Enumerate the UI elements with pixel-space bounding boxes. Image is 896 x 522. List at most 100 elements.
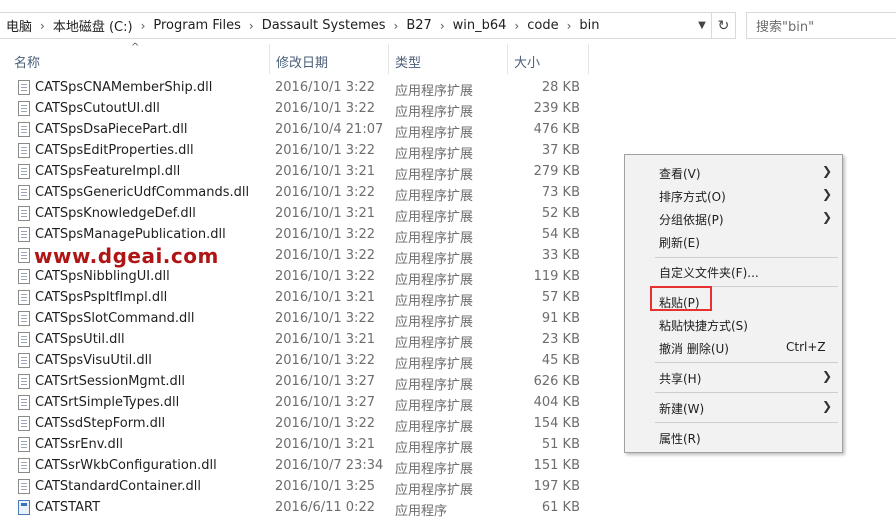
- dll-file-icon: [18, 290, 30, 305]
- file-date: 2016/10/1 3:27: [275, 374, 375, 389]
- menu-item-label: 刷新(E): [659, 236, 700, 250]
- breadcrumb-local-disk[interactable]: 本地磁盘 (C:): [47, 16, 139, 35]
- file-date: 2016/10/1 3:22: [275, 416, 375, 431]
- table-row[interactable]: CATSpsFeatureImpl.dll 2016/10/1 3:21 应用程序扩…: [0, 161, 620, 183]
- file-date: 2016/10/1 3:27: [275, 395, 375, 410]
- dll-file-icon: [18, 353, 30, 368]
- breadcrumb-separator-icon[interactable]: ›: [512, 19, 521, 33]
- menu-item-share[interactable]: 共享(H) ❯: [625, 366, 842, 389]
- file-size: 54 KB: [541, 227, 580, 242]
- file-type: 应用程序扩展: [395, 336, 474, 351]
- table-row[interactable]: CATSpsEditProperties.dll 2016/10/1 3:22 应用…: [0, 140, 620, 162]
- breadcrumb-dassault-systemes[interactable]: Dassault Systemes: [256, 18, 392, 33]
- file-date: 2016/6/11 0:22: [275, 500, 375, 515]
- refresh-icon[interactable]: ↻: [712, 12, 736, 39]
- table-row[interactable]: CATSpsDsaPiecePart.dll 2016/10/4 21:07 应用程…: [0, 119, 620, 141]
- file-type: 应用程序扩展: [395, 168, 474, 183]
- address-bar[interactable]: 电脑 › 本地磁盘 (C:) › Program Files › Dassaul…: [0, 12, 712, 39]
- table-row[interactable]: CATSpsKnowledgeDef.dll 2016/10/1 3:21 应用程序…: [0, 203, 620, 225]
- table-row[interactable]: CATSrtSessionMgmt.dll 2016/10/1 3:27 应用程序扩…: [0, 371, 620, 393]
- file-date: 2016/10/1 3:21: [275, 437, 375, 452]
- table-row[interactable]: CATSpsManagePublication.dll 2016/10/1 3:2…: [0, 224, 620, 246]
- chevron-down-icon[interactable]: ▼: [692, 12, 712, 39]
- breadcrumb-separator-icon[interactable]: ›: [247, 19, 256, 33]
- menu-item-customize-folder[interactable]: 自定义文件夹(F)...: [625, 260, 842, 283]
- breadcrumb-code[interactable]: code: [521, 18, 564, 33]
- menu-item-label: 查看(V): [659, 167, 701, 181]
- table-row[interactable]: CATSpsUtil.dll 2016/10/1 3:21 应用程序扩展 23 KB: [0, 329, 620, 351]
- dll-file-icon: [18, 101, 30, 116]
- file-date: 2016/10/1 3:22: [275, 227, 375, 242]
- file-size: 52 KB: [541, 206, 580, 221]
- dll-file-icon: [18, 143, 30, 158]
- menu-item-view[interactable]: 查看(V) ❯: [625, 161, 842, 184]
- table-row[interactable]: CATSpsVisuUtil.dll 2016/10/1 3:22 应用程序扩展 45…: [0, 350, 620, 372]
- chevron-right-icon: ❯: [822, 164, 833, 178]
- dll-file-icon: [18, 248, 30, 263]
- table-row[interactable]: CATSsrWkbConfiguration.dll 2016/10/7 23:3…: [0, 455, 620, 477]
- table-row[interactable]: CATSpsPspItfImpl.dll 2016/10/1 3:21 应用程序扩展…: [0, 287, 620, 309]
- menu-item-label: 共享(H): [659, 372, 702, 386]
- file-date: 2016/10/1 3:22: [275, 353, 375, 368]
- table-row[interactable]: CATSpsGenericUdfCommands.dll 2016/10/1 3:…: [0, 182, 620, 204]
- menu-separator: [655, 392, 838, 393]
- breadcrumb-this-pc[interactable]: 电脑: [0, 16, 38, 35]
- chevron-right-icon: ❯: [822, 187, 833, 201]
- file-name: CATSpsKnowledgeDef.dll: [35, 206, 196, 221]
- breadcrumb-separator-icon[interactable]: ›: [392, 19, 401, 33]
- breadcrumb-b27[interactable]: B27: [400, 18, 437, 33]
- menu-separator: [655, 257, 838, 258]
- menu-item-properties[interactable]: 属性(R): [625, 426, 842, 449]
- table-row[interactable]: CATSTART 2016/6/11 0:22 应用程序 61 KB: [0, 497, 620, 519]
- dll-file-icon: [18, 395, 30, 410]
- breadcrumb-win-b64[interactable]: win_b64: [447, 18, 513, 33]
- dll-file-icon: [18, 311, 30, 326]
- file-type: 应用程序扩展: [395, 84, 474, 99]
- menu-item-label: 新建(W): [659, 402, 705, 416]
- table-row[interactable]: CATSrtSimpleTypes.dll 2016/10/1 3:27 应用程序扩…: [0, 392, 620, 414]
- file-size: 476 KB: [533, 122, 580, 137]
- menu-item-undo-delete[interactable]: 撤消 删除(U) Ctrl+Z: [625, 336, 842, 359]
- menu-item-sort-by[interactable]: 排序方式(O) ❯: [625, 184, 842, 207]
- table-row[interactable]: CATSpsSlotCommand.dll 2016/10/1 3:22 应用程序扩…: [0, 308, 620, 330]
- menu-item-label: 属性(R): [659, 432, 701, 446]
- file-size: 154 KB: [533, 416, 580, 431]
- file-size: 119 KB: [533, 269, 580, 284]
- dll-file-icon: [18, 269, 30, 284]
- file-size: 57 KB: [541, 290, 580, 305]
- file-name: CATSpsDsaPiecePart.dll: [35, 122, 188, 137]
- file-type: 应用程序扩展: [395, 462, 474, 477]
- table-row[interactable]: CATSsrEnv.dll 2016/10/1 3:21 应用程序扩展 51 KB: [0, 434, 620, 456]
- table-row[interactable]: CATStandardContainer.dll 2016/10/1 3:25 应用…: [0, 476, 620, 498]
- dll-file-icon: [18, 479, 30, 494]
- breadcrumb-separator-icon[interactable]: ›: [565, 19, 574, 33]
- menu-item-paste-shortcut[interactable]: 粘贴快捷方式(S): [625, 313, 842, 336]
- application-file-icon: [18, 500, 30, 515]
- dll-file-icon: [18, 458, 30, 473]
- table-row-partial[interactable]: [0, 66, 620, 77]
- menu-item-group-by[interactable]: 分组依据(P) ❯: [625, 207, 842, 230]
- dll-file-icon: [18, 227, 30, 242]
- file-type: 应用程序扩展: [395, 315, 474, 330]
- table-row[interactable]: CATSpsCNAMemberShip.dll 2016/10/1 3:22 应用程…: [0, 77, 620, 99]
- table-row[interactable]: CATSsdStepForm.dll 2016/10/1 3:22 应用程序扩展 15…: [0, 413, 620, 435]
- file-type: 应用程序扩展: [395, 483, 474, 498]
- chevron-right-icon: ❯: [822, 369, 833, 383]
- dll-file-icon: [18, 80, 30, 95]
- breadcrumb-separator-icon[interactable]: ›: [38, 19, 47, 33]
- table-row[interactable]: CATSpsNibblingUI.dll 2016/10/1 3:22 应用程序扩展…: [0, 266, 620, 288]
- breadcrumb-separator-icon[interactable]: ›: [139, 19, 148, 33]
- menu-item-new[interactable]: 新建(W) ❯: [625, 396, 842, 419]
- file-date: 2016/10/1 3:21: [275, 290, 375, 305]
- menu-item-refresh[interactable]: 刷新(E): [625, 230, 842, 253]
- breadcrumb-program-files[interactable]: Program Files: [147, 18, 247, 33]
- menu-separator: [655, 362, 838, 363]
- breadcrumb-bin[interactable]: bin: [573, 18, 605, 33]
- search-input[interactable]: 搜索"bin": [746, 12, 896, 39]
- breadcrumb-separator-icon[interactable]: ›: [438, 19, 447, 33]
- file-date: 2016/10/1 3:22: [275, 80, 375, 95]
- table-row[interactable]: CATSpsCutoutUI.dll 2016/10/1 3:22 应用程序扩展 23…: [0, 98, 620, 120]
- file-type: 应用程序扩展: [395, 105, 474, 120]
- file-size: 197 KB: [533, 479, 580, 494]
- file-date: 2016/10/1 3:22: [275, 101, 375, 116]
